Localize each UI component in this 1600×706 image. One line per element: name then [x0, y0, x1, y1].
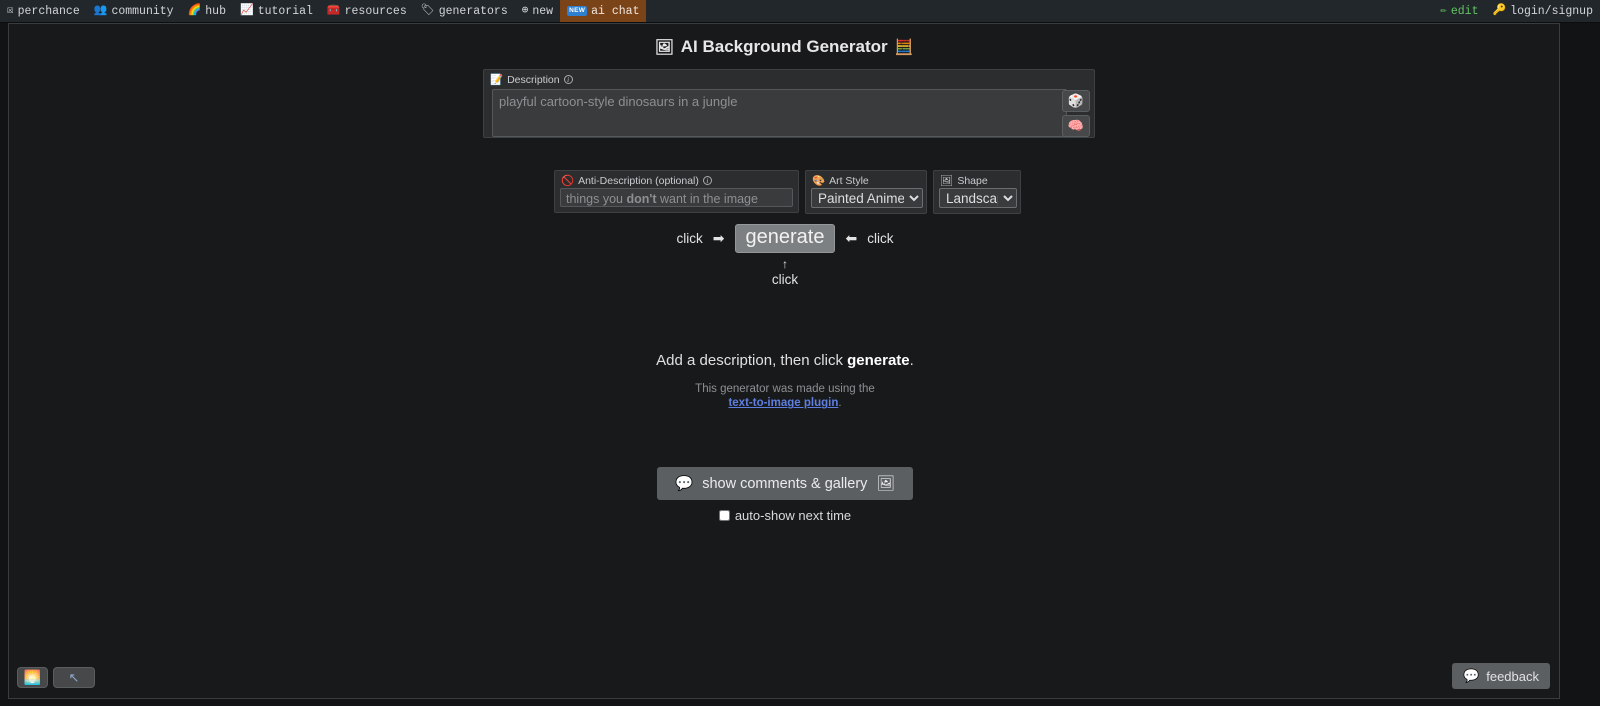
nav-item-label: ai chat [591, 4, 640, 18]
abacus-icon: 🧮 [894, 39, 914, 56]
memo-icon: 📝 [490, 74, 504, 86]
nav-item-label: generators [438, 4, 508, 18]
feedback-button[interactable]: 💬 feedback [1452, 663, 1550, 689]
nav-item-perchance[interactable]: ☒ perchance [0, 0, 87, 22]
nav-item-label: tutorial [257, 4, 313, 18]
shape-label-text: Shape [957, 174, 988, 187]
label-icon: 🏷 [420, 4, 435, 17]
nav-item-label: perchance [17, 4, 80, 18]
generate-row: click ➡ generate ⬅ click [676, 224, 894, 253]
shape-select[interactable]: Landscape [939, 188, 1017, 208]
shape-panel: 🖼 Shape Landscape [933, 170, 1021, 214]
sunrise-icon: 🌅 [23, 669, 42, 685]
background-image-button[interactable]: 🌅 [17, 667, 48, 688]
generate-hint-below-text: click [771, 272, 799, 287]
art-style-panel: 🎨 Art Style Painted Anime [805, 170, 927, 214]
nav-item-new[interactable]: ⊕ new [515, 0, 560, 22]
toolbox-icon: 🧰 [326, 4, 341, 17]
instruction-prefix: Add a description, then click [656, 352, 848, 369]
page-title-text: AI Background Generator [680, 37, 888, 56]
framed-picture-icon: 🖼 [940, 175, 954, 187]
generate-hint-left: click [676, 231, 703, 246]
people-icon: 👥 [93, 4, 108, 17]
nav-item-edit[interactable]: ✏ edit [1433, 0, 1485, 22]
arrow-right-icon: ➡ [712, 230, 725, 246]
generate-hint-right: click [867, 231, 894, 246]
credit-period: . [838, 397, 842, 410]
nav-item-label: edit [1450, 4, 1479, 18]
anti-description-input[interactable] [560, 188, 793, 207]
globe-icon: ⊕ [521, 4, 529, 17]
dice-icon: 🎲 [1067, 93, 1085, 108]
ai-enhance-button[interactable]: 🧠 [1062, 115, 1090, 137]
anti-description-label: 🚫 Anti-Description (optional) i [555, 171, 798, 188]
art-style-label-text: Art Style [829, 174, 869, 187]
no-entry-icon: 🚫 [561, 175, 575, 187]
nav-item-label: new [532, 4, 554, 18]
framed-picture-icon: 🖼 [654, 39, 674, 56]
credit-line-1: This generator was made using the [695, 383, 875, 395]
nav-item-hub[interactable]: 🌈 hub [181, 0, 233, 22]
shape-label: 🖼 Shape [934, 171, 1020, 188]
key-icon: 🔑 [1492, 4, 1507, 17]
perchance-logo-icon: ☒ [7, 4, 14, 17]
credit-text: This generator was made using the text-t… [9, 382, 1559, 411]
anti-description-label-text: Anti-Description (optional) [578, 174, 699, 187]
art-style-label: 🎨 Art Style [806, 171, 926, 188]
feedback-label: feedback [1486, 668, 1539, 684]
show-comments-gallery-label: show comments & gallery [702, 475, 868, 492]
framed-picture-icon: 🖼 [876, 476, 895, 492]
description-label: 📝 Description i [484, 70, 1094, 87]
credit-line-2: text-to-image plugin. [9, 396, 1559, 410]
art-style-select[interactable]: Painted Anime [811, 188, 923, 208]
generate-button[interactable]: generate [734, 224, 836, 253]
auto-show-next-time-row[interactable]: auto-show next time [718, 508, 852, 523]
info-icon[interactable]: i [702, 176, 712, 185]
generator-page: 🖼 AI Background Generator 🧮 📝 Descriptio… [8, 23, 1560, 699]
new-badge: NEW [567, 5, 588, 17]
brain-icon: 🧠 [1067, 118, 1085, 133]
description-panel: 📝 Description i 🎲 🧠 [483, 69, 1095, 138]
palette-icon: 🎨 [812, 175, 826, 187]
chart-icon: 📈 [240, 4, 254, 17]
random-description-button[interactable]: 🎲 [1062, 90, 1090, 112]
comments-section: 💬 show comments & gallery 🖼 auto-show ne… [9, 467, 1559, 523]
cursor-tool-button[interactable]: ↖ [53, 667, 95, 688]
arrow-up-icon: ↑ [782, 257, 788, 271]
pencil-icon: ✏ [1440, 4, 1447, 17]
description-input[interactable] [492, 89, 1067, 137]
rainbow-icon: 🌈 [187, 4, 202, 17]
page-title: 🖼 AI Background Generator 🧮 [9, 37, 1559, 57]
nav-item-login-signup[interactable]: 🔑 login/signup [1485, 0, 1600, 22]
arrow-up-left-icon: ↖ [68, 669, 80, 685]
nav-item-label: community [111, 4, 174, 18]
instruction-suffix: . [909, 352, 914, 369]
info-icon[interactable]: i [563, 75, 573, 84]
instruction-bold: generate [847, 352, 910, 369]
auto-show-checkbox[interactable] [718, 510, 730, 521]
nav-item-label: login/signup [1510, 4, 1593, 18]
nav-item-community[interactable]: 👥 community [87, 0, 181, 22]
speech-bubble-icon: 💬 [675, 476, 694, 492]
description-label-text: Description [507, 73, 560, 86]
generate-hint-below: ↑ click [772, 257, 798, 289]
arrow-left-icon: ⬅ [845, 230, 858, 246]
text-to-image-plugin-link[interactable]: text-to-image plugin [728, 397, 838, 409]
nav-item-tutorial[interactable]: 📈 tutorial [233, 0, 320, 22]
nav-item-ai-chat[interactable]: NEW ai chat [560, 0, 647, 22]
nav-item-label: resources [344, 4, 407, 18]
nav-item-resources[interactable]: 🧰 resources [320, 0, 414, 22]
nav-item-label: hub [205, 4, 226, 18]
auto-show-label: auto-show next time [734, 508, 852, 523]
generate-section: click ➡ generate ⬅ click ↑ click [9, 224, 1559, 289]
options-row: 🚫 Anti-Description (optional) i things y… [554, 170, 1021, 214]
speech-bubble-icon: 💬 [1463, 668, 1480, 683]
anti-description-panel: 🚫 Anti-Description (optional) i things y… [554, 170, 799, 213]
nav-item-generators[interactable]: 🏷 generators [414, 0, 515, 22]
instruction-text: Add a description, then click generate. [9, 352, 1559, 369]
show-comments-gallery-button[interactable]: 💬 show comments & gallery 🖼 [657, 467, 913, 500]
top-navigation-bar: ☒ perchance 👥 community 🌈 hub 📈 tutorial… [0, 0, 1600, 23]
